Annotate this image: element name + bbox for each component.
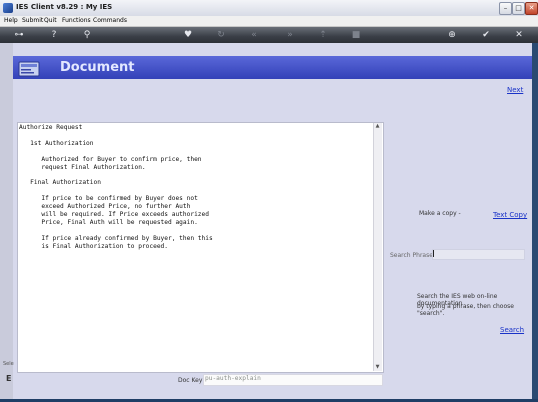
upload-icon[interactable]: ⇡ (318, 30, 328, 40)
next-link[interactable]: Next (507, 86, 523, 94)
fast-forward-icon[interactable]: » (285, 30, 295, 40)
check-icon[interactable]: ✔ (481, 30, 491, 40)
search-phrase-input[interactable] (432, 249, 525, 260)
search-help-line-2: by typing a phrase, then choose "search"… (417, 303, 514, 317)
toolbar: ⊶ ? ⚲ ♥ ↻ « » ⇡ ■ ⊕ ✔ ✕ (0, 27, 538, 43)
rewind-icon[interactable]: « (249, 30, 259, 40)
app-icon (3, 3, 13, 13)
document-scrollbar[interactable] (373, 123, 382, 371)
page-title: Document (60, 60, 135, 75)
menu-quit[interactable]: Quit (44, 16, 57, 26)
close-button[interactable]: ✕ (525, 2, 538, 15)
text-caret (433, 250, 434, 257)
globe-icon[interactable]: ⊕ (447, 30, 457, 40)
make-copy-label: Make a copy - (419, 210, 461, 217)
window-title: IES Client v8.29 : My IES (16, 3, 113, 11)
menu-help[interactable]: Help (4, 16, 18, 26)
menu-functions[interactable]: Functions (62, 16, 91, 26)
doc-key-label: Doc Key (178, 377, 203, 384)
search-icon[interactable]: ⚲ (82, 30, 92, 40)
refresh-icon[interactable]: ↻ (216, 30, 226, 40)
search-link[interactable]: Search (500, 326, 524, 334)
key-icon[interactable]: ⊶ (10, 30, 28, 40)
side-label: Sele (3, 361, 14, 367)
document-text: Authorize Request 1st Authorization Auth… (19, 124, 213, 250)
menu-commands[interactable]: Commands (93, 16, 127, 26)
minimize-button[interactable]: – (499, 2, 512, 15)
menu-submit[interactable]: Submit (22, 16, 43, 26)
left-side-strip (0, 43, 13, 399)
stop-icon[interactable]: ■ (351, 30, 361, 40)
scroll-down-icon[interactable]: ▼ (374, 364, 381, 370)
close-icon[interactable]: ✕ (514, 30, 524, 40)
doc-key-value: pu-auth-explain (205, 375, 261, 382)
scroll-up-icon[interactable]: ▲ (374, 123, 381, 129)
side-e-icon[interactable]: E (6, 374, 11, 383)
text-copy-link[interactable]: Text Copy (493, 211, 527, 219)
help-icon[interactable]: ? (49, 30, 59, 40)
maximize-button[interactable]: □ (512, 2, 525, 15)
search-phrase-label: Search Phrase (390, 252, 433, 259)
document-icon (18, 61, 40, 77)
heart-icon[interactable]: ♥ (183, 30, 193, 40)
menu-bar: Help Submit Quit Functions Commands (0, 16, 538, 27)
